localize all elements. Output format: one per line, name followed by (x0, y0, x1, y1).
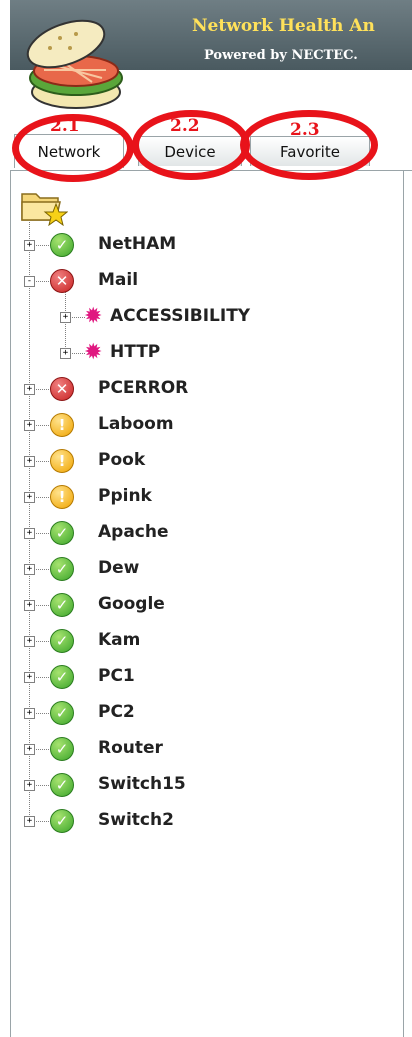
status-warning-icon: ! (50, 413, 74, 437)
status-warning-icon: ! (50, 485, 74, 509)
expand-toggle-google[interactable]: + (24, 600, 35, 611)
expand-toggle-pc2[interactable]: + (24, 708, 35, 719)
tree-node-pcerror[interactable]: PCERROR (98, 378, 188, 398)
tree-node-ppink[interactable]: Ppink (98, 486, 152, 506)
marker-2-3: 2.3 (290, 120, 320, 140)
tree-node-switch2[interactable]: Switch2 (98, 810, 174, 830)
status-error-icon: ✕ (50, 377, 74, 401)
status-ok-icon: ✓ (50, 773, 74, 797)
tree-node-pook[interactable]: Pook (98, 450, 145, 470)
tree-node-laboom[interactable]: Laboom (98, 414, 174, 434)
expand-toggle-kam[interactable]: + (24, 636, 35, 647)
expand-toggle-pcerror[interactable]: + (24, 384, 35, 395)
tab-network[interactable]: Network (14, 134, 124, 168)
tab-favorite[interactable]: Favorite (250, 136, 370, 166)
status-ok-icon: ✓ (50, 629, 74, 653)
tree-node-http[interactable]: HTTP (110, 342, 160, 362)
tree-node-pc1[interactable]: PC1 (98, 666, 135, 686)
status-ok-icon: ✓ (50, 233, 74, 257)
tab-device[interactable]: Device (138, 136, 242, 166)
marker-2-1: 2.1 (50, 116, 80, 136)
tree-node-router[interactable]: Router (98, 738, 163, 758)
status-ok-icon: ✓ (50, 521, 74, 545)
tree-node-mail[interactable]: Mail (98, 270, 138, 290)
status-warning-icon: ! (50, 449, 74, 473)
expand-toggle-switch2[interactable]: + (24, 816, 35, 827)
tree-node-dew[interactable]: Dew (98, 558, 139, 578)
nham-logo-icon (26, 19, 123, 109)
tree-node-kam[interactable]: Kam (98, 630, 140, 650)
service-gear-icon: ✹ (84, 304, 103, 329)
app-subtitle: Powered by NECTEC. (204, 48, 358, 63)
expand-toggle-apache[interactable]: + (24, 528, 35, 539)
tree-node-netham[interactable]: NetHAM (98, 234, 176, 254)
expand-toggle-accessibility[interactable]: + (60, 312, 71, 323)
tree-node-switch15[interactable]: Switch15 (98, 774, 186, 794)
expand-toggle-dew[interactable]: + (24, 564, 35, 575)
status-ok-icon: ✓ (50, 557, 74, 581)
favorite-folder-icon[interactable] (20, 188, 68, 226)
expand-toggle-router[interactable]: + (24, 744, 35, 755)
marker-2-2: 2.2 (170, 116, 200, 136)
status-ok-icon: ✓ (50, 809, 74, 833)
service-gear-icon: ✹ (84, 340, 103, 365)
expand-toggle-http[interactable]: + (60, 348, 71, 359)
status-ok-icon: ✓ (50, 737, 74, 761)
tree-node-accessibility[interactable]: ACCESSIBILITY (110, 306, 250, 326)
tree-guide-line (29, 222, 30, 821)
tree-node-apache[interactable]: Apache (98, 522, 169, 542)
status-ok-icon: ✓ (50, 701, 74, 725)
collapse-toggle-mail[interactable]: - (24, 276, 35, 287)
app-title: Network Health An (192, 16, 375, 36)
expand-toggle-pook[interactable]: + (24, 456, 35, 467)
expand-toggle-switch15[interactable]: + (24, 780, 35, 791)
expand-toggle-laboom[interactable]: + (24, 420, 35, 431)
tree-node-google[interactable]: Google (98, 594, 165, 614)
expand-toggle-netham[interactable]: + (24, 240, 35, 251)
status-ok-icon: ✓ (50, 665, 74, 689)
expand-toggle-pc1[interactable]: + (24, 672, 35, 683)
status-error-icon: ✕ (50, 269, 74, 293)
status-ok-icon: ✓ (50, 593, 74, 617)
expand-toggle-ppink[interactable]: + (24, 492, 35, 503)
tree-node-pc2[interactable]: PC2 (98, 702, 135, 722)
